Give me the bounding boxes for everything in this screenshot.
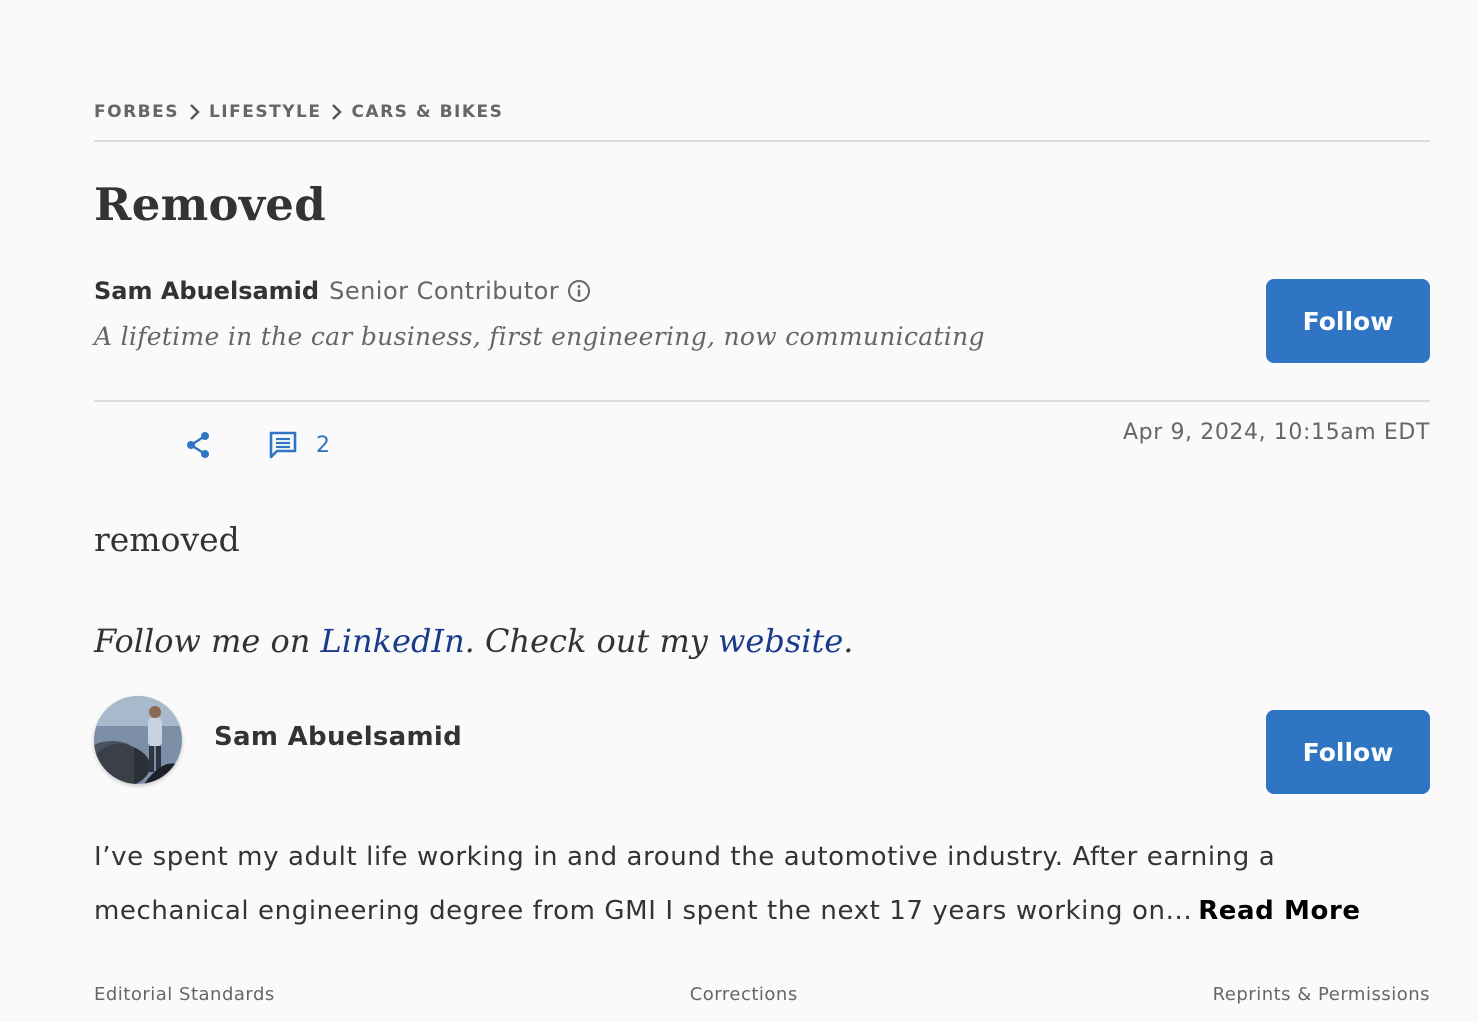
footer-links: Editorial Standards Corrections Reprints… (94, 984, 1430, 1005)
article-page: FORBES LIFESTYLE CARS & BIKES Removed Sa… (94, 0, 1430, 1022)
follow-me-line: Follow me on LinkedIn. Check out my webs… (94, 622, 853, 660)
page-title: Removed (94, 178, 326, 231)
breadcrumb-item-lifestyle[interactable]: LIFESTYLE (209, 102, 321, 122)
author-tagline: A lifetime in the car business, first en… (94, 322, 985, 351)
comment-icon (269, 431, 297, 459)
divider (94, 140, 1430, 142)
breadcrumb-item-cars-bikes[interactable]: CARS & BIKES (351, 102, 503, 122)
follow-line-prefix: Follow me on (94, 622, 321, 660)
divider (94, 400, 1430, 402)
comments-button[interactable]: 2 (268, 430, 330, 460)
follow-line-suffix: . (843, 622, 854, 660)
author-name-link[interactable]: Sam Abuelsamid (94, 276, 319, 306)
author-role: Senior Contributor (329, 277, 560, 305)
comment-count: 2 (316, 432, 330, 458)
chevron-right-icon (190, 104, 200, 120)
author-bio-text: I’ve spent my adult life working in and … (94, 830, 1414, 938)
author-bio-summary: I’ve spent my adult life working in and … (94, 842, 1276, 926)
linkedin-link[interactable]: LinkedIn (321, 622, 465, 660)
follow-button[interactable]: Follow (1266, 710, 1430, 794)
article-body: removed (94, 520, 240, 559)
website-link[interactable]: website (718, 622, 843, 660)
read-more-link[interactable]: Read More (1198, 896, 1360, 926)
info-icon[interactable] (567, 279, 591, 303)
breadcrumb: FORBES LIFESTYLE CARS & BIKES (94, 102, 503, 122)
author-photo (94, 696, 182, 784)
author-bio-name[interactable]: Sam Abuelsamid (214, 722, 462, 752)
corrections-link[interactable]: Corrections (690, 984, 798, 1005)
byline: Sam Abuelsamid Senior Contributor (94, 276, 591, 306)
avatar[interactable] (94, 696, 182, 784)
breadcrumb-item-forbes[interactable]: FORBES (94, 102, 179, 122)
follow-button[interactable]: Follow (1266, 279, 1430, 363)
follow-line-middle: . Check out my (464, 622, 719, 660)
editorial-standards-link[interactable]: Editorial Standards (94, 984, 275, 1005)
share-icon[interactable] (184, 430, 212, 460)
chevron-right-icon (332, 104, 343, 120)
reprints-permissions-link[interactable]: Reprints & Permissions (1213, 984, 1430, 1005)
publish-timestamp: Apr 9, 2024, 10:15am EDT (1123, 420, 1430, 445)
